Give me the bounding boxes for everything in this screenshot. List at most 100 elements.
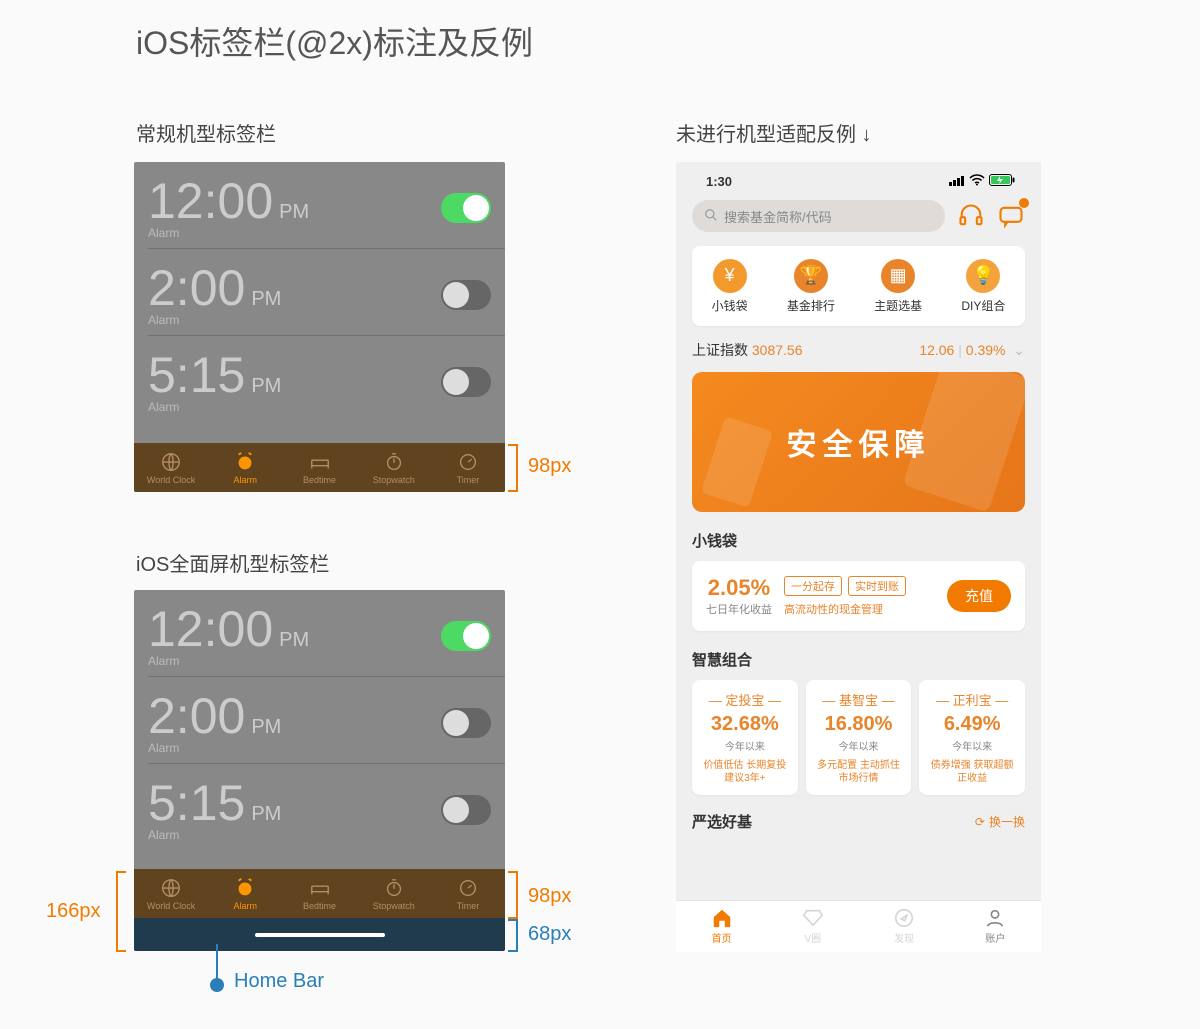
subtitle-regular: 常规机型标签栏: [136, 118, 276, 147]
phone-screenshot-bad: 1:30 搜索基金简称/代码 ¥小钱袋 🏆基金排行 ▦主题选基 💡DIY组合 上…: [676, 162, 1041, 952]
tab-bedtime[interactable]: Bedtime: [282, 869, 356, 918]
tab-label: Timer: [457, 475, 480, 485]
wallet-card: 2.05% 七日年化收益 一分起存实时到账 高流动性的现金管理 充值: [692, 561, 1025, 631]
headset-icon[interactable]: [957, 202, 985, 230]
annotation-tabbar-height: 98px: [528, 885, 571, 908]
annotation-homebar-height: 68px: [528, 923, 571, 946]
nav-diy[interactable]: 💡DIY组合: [961, 259, 1005, 314]
nav-theme[interactable]: ▦主题选基: [874, 259, 922, 314]
annotation-tabbar-height: 98px: [528, 455, 571, 478]
wifi-icon: [969, 174, 985, 189]
home-icon: [711, 907, 733, 929]
nav-ranking[interactable]: 🏆基金排行: [787, 259, 835, 314]
alarm-time: 5:15: [148, 346, 245, 404]
battery-icon: [989, 174, 1015, 189]
refresh-label: 换一换: [989, 813, 1025, 830]
combo-pct: 32.68%: [698, 713, 792, 736]
combo-name: — 正利宝 —: [925, 690, 1019, 709]
alarm-toggle[interactable]: [441, 193, 491, 223]
tab-timer[interactable]: Timer: [431, 869, 505, 918]
search-placeholder: 搜索基金简称/代码: [724, 207, 832, 226]
combo-grid: — 定投宝 — 32.68% 今年以来 价值低估 长期复投 建议3年+ — 基智…: [692, 680, 1025, 795]
alarm-toggle[interactable]: [441, 280, 491, 310]
section-wallet-title: 小钱袋: [692, 530, 1025, 551]
wallet-desc: 高流动性的现金管理: [784, 601, 935, 617]
banner-text: 安全保障: [787, 420, 931, 464]
banner[interactable]: 安全保障: [692, 372, 1025, 512]
wallet-rate-sub: 七日年化收益: [706, 601, 772, 617]
tab-vquan[interactable]: V圈: [767, 901, 858, 952]
globe-icon: [160, 877, 182, 899]
clock-screenshot-regular: 12:00PM Alarm 2:00PM Alarm 5:15PM Alarm …: [134, 162, 505, 492]
refresh-button[interactable]: ⟳换一换: [975, 813, 1025, 830]
tab-label: World Clock: [147, 475, 195, 485]
combo-pct: 6.49%: [925, 713, 1019, 736]
alarm-row: 12:00PM Alarm: [134, 162, 505, 248]
user-icon: [984, 907, 1006, 929]
index-change: 12.06: [919, 342, 954, 358]
combo-desc: 债券增强 获取超额 正收益: [925, 759, 1019, 785]
combo-sub: 今年以来: [698, 738, 792, 753]
combo-card[interactable]: — 基智宝 — 16.80% 今年以来 多元配置 主动抓住 市场行情: [806, 680, 912, 795]
alarm-label: Alarm: [148, 654, 309, 668]
index-ticker[interactable]: 上证指数 3087.56 12.06 | 0.39% ⌄: [692, 340, 1025, 360]
tab-label: World Clock: [147, 901, 195, 911]
chat-icon[interactable]: [997, 202, 1025, 230]
clock-tabbar: World Clock Alarm Bedtime Stopwatch Time…: [134, 443, 505, 492]
trophy-icon: 🏆: [794, 259, 828, 293]
alarm-toggle[interactable]: [441, 795, 491, 825]
tab-home[interactable]: 首页: [676, 901, 767, 952]
wallet-tag: 实时到账: [848, 576, 906, 596]
tab-label: 账户: [985, 930, 1005, 945]
tab-label: Timer: [457, 901, 480, 911]
recharge-button[interactable]: 充值: [947, 580, 1011, 612]
compass-icon: [893, 907, 915, 929]
nav-label: 小钱袋: [712, 297, 748, 314]
alarm-label: Alarm: [148, 313, 281, 327]
alarm-label: Alarm: [148, 226, 309, 240]
alarm-time: 5:15: [148, 774, 245, 832]
tab-label: Bedtime: [303, 475, 336, 485]
alarm-toggle[interactable]: [441, 621, 491, 651]
alarm-row: 2:00PM Alarm: [134, 677, 505, 763]
combo-card[interactable]: — 定投宝 — 32.68% 今年以来 价值低估 长期复投 建议3年+: [692, 680, 798, 795]
alarm-ampm: PM: [251, 716, 281, 739]
alarm-toggle[interactable]: [441, 708, 491, 738]
tab-stopwatch[interactable]: Stopwatch: [357, 443, 431, 492]
wallet-tag: 一分起存: [784, 576, 842, 596]
alarm-time: 2:00: [148, 687, 245, 745]
combo-name: — 基智宝 —: [812, 690, 906, 709]
alarm-row: 2:00PM Alarm: [134, 249, 505, 335]
tab-stopwatch[interactable]: Stopwatch: [357, 869, 431, 918]
tab-label: 发现: [894, 930, 914, 945]
nav-wallet[interactable]: ¥小钱袋: [712, 259, 748, 314]
alarm-toggle[interactable]: [441, 367, 491, 397]
status-bar: 1:30: [676, 162, 1041, 200]
globe-icon: [160, 451, 182, 473]
alarm-row: 12:00PM Alarm: [134, 590, 505, 676]
alarm-ampm: PM: [251, 803, 281, 826]
tab-alarm[interactable]: Alarm: [208, 869, 282, 918]
combo-pct: 16.80%: [812, 713, 906, 736]
search-input[interactable]: 搜索基金简称/代码: [692, 200, 945, 232]
bed-icon: [309, 451, 331, 473]
tab-label: Alarm: [234, 901, 258, 911]
gold-icon: ▦: [881, 259, 915, 293]
tab-alarm[interactable]: Alarm: [208, 443, 282, 492]
alarm-label: Alarm: [148, 828, 281, 842]
dimension-bracket: [508, 871, 518, 919]
tab-bedtime[interactable]: Bedtime: [282, 443, 356, 492]
subtitle-badexample: 未进行机型适配反例 ↓: [676, 118, 872, 147]
clock-tabbar: World Clock Alarm Bedtime Stopwatch Time…: [134, 869, 505, 918]
callout-dot: [210, 978, 224, 992]
home-indicator: [255, 933, 385, 937]
index-value: 3087.56: [752, 342, 803, 358]
tab-account[interactable]: 账户: [950, 901, 1041, 952]
combo-card[interactable]: — 正利宝 — 6.49% 今年以来 债券增强 获取超额 正收益: [919, 680, 1025, 795]
tab-worldclock[interactable]: World Clock: [134, 443, 208, 492]
tab-discover[interactable]: 发现: [859, 901, 950, 952]
alarm-time: 12:00: [148, 600, 273, 658]
tab-worldclock[interactable]: World Clock: [134, 869, 208, 918]
dimension-bracket: [508, 444, 518, 492]
tab-timer[interactable]: Timer: [431, 443, 505, 492]
